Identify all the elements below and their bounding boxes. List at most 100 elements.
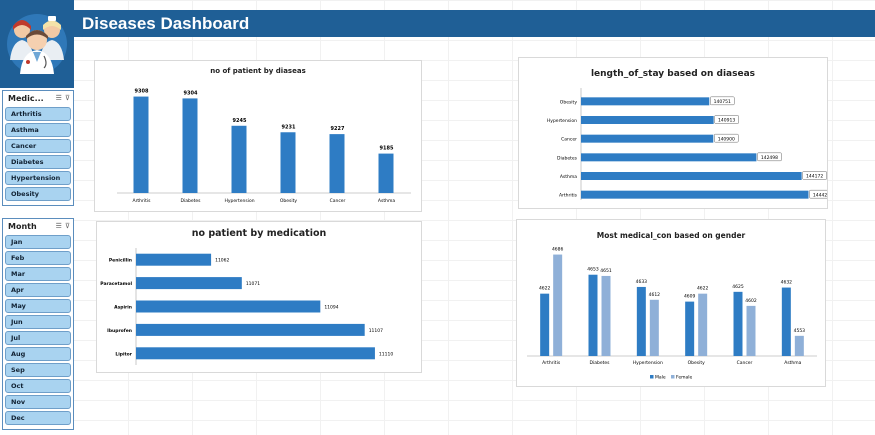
length-of-stay-card: length_of_stay based on diaseas Obesity 1… (518, 57, 828, 209)
tick-label: Obesity (280, 198, 298, 204)
tick-label: Aspirin (114, 305, 132, 311)
tick-label: Hypertension (224, 198, 254, 204)
tick-label: Diabetes (181, 198, 202, 204)
patients-by-disease-chart: 9308 Arthritis 9304 Diabetes 9245 Hypertensio… (117, 89, 411, 204)
tick-label: Paracetamol (100, 281, 132, 287)
tick-label: Hypertension (633, 360, 663, 366)
bar (581, 97, 710, 106)
bar (136, 300, 321, 313)
bar (280, 132, 296, 193)
bar (581, 172, 802, 180)
bar-female (746, 305, 756, 356)
data-label: 9231 (282, 124, 296, 130)
slicer-item-jan[interactable]: Jan (5, 235, 71, 249)
data-label: 140751 (714, 99, 731, 105)
legend-label: Male (655, 375, 666, 381)
bar (581, 190, 809, 199)
data-label: 9185 (380, 146, 394, 152)
slicer-item-sep[interactable]: Sep (5, 363, 71, 377)
data-label: 4686 (552, 247, 564, 253)
tick-label: Arthritis (542, 360, 561, 366)
legend-swatch (671, 375, 675, 379)
slicer-item-hypertension[interactable]: Hypertension (5, 171, 71, 185)
bar-female (794, 335, 804, 356)
data-label: 144426 (813, 192, 827, 198)
tick-label: Diabetes (557, 155, 578, 161)
slicer-item-oct[interactable]: Oct (5, 379, 71, 393)
data-label: 142498 (761, 155, 778, 161)
slicer-item-feb[interactable]: Feb (5, 251, 71, 265)
data-label: 4622 (697, 286, 709, 292)
patients-by-medication-card: no patient by medication Penicillin 11062… (96, 221, 422, 373)
slicer-item-nov[interactable]: Nov (5, 395, 71, 409)
data-label: 4602 (745, 298, 757, 304)
bar (581, 153, 757, 162)
slicer-title: Medic... (8, 93, 44, 103)
legend-swatch (650, 375, 654, 379)
data-label: 4553 (794, 328, 806, 334)
slicer-item-dec[interactable]: Dec (5, 411, 71, 425)
bar (136, 253, 212, 266)
slicer-item-arthritis[interactable]: Arthritis (5, 107, 71, 121)
data-label: 4625 (732, 284, 744, 290)
slicer-item-apr[interactable]: Apr (5, 283, 71, 297)
slicer-item-cancer[interactable]: Cancer (5, 139, 71, 153)
slicer-item-mar[interactable]: Mar (5, 267, 71, 281)
data-label: 140900 (718, 136, 735, 142)
data-label: 11094 (324, 305, 338, 311)
slicer-item-may[interactable]: May (5, 299, 71, 313)
slicer-item-aug[interactable]: Aug (5, 347, 71, 361)
data-label: 4622 (539, 286, 551, 292)
data-label: 11107 (369, 328, 383, 334)
tick-label: Cancer (737, 360, 753, 366)
tick-label: Lipitor (115, 351, 132, 357)
data-label: 4633 (636, 279, 648, 285)
month-slicer: Month ☰ ⊽ Jan Feb Mar Apr May Jun Jul Aug Sep Oct… (2, 218, 74, 430)
slicer-item-asthma[interactable]: Asthma (5, 123, 71, 137)
tick-label: Ibuprofen (107, 328, 132, 334)
slicer-item-jul[interactable]: Jul (5, 331, 71, 345)
data-label: 9227 (331, 126, 345, 132)
data-label: 11110 (379, 351, 393, 357)
data-label: 11062 (215, 258, 229, 264)
bar (329, 134, 345, 193)
bar (581, 134, 714, 143)
tick-label: Obesity (560, 99, 578, 105)
clear-filter-icon[interactable]: ⊽ (65, 94, 70, 102)
tick-label: Hypertension (547, 118, 577, 124)
bar-female (553, 254, 563, 356)
multi-select-icon[interactable]: ☰ (56, 94, 62, 102)
patients-by-disease-card: no of patient by diaseas 9308 Arthritis 93… (94, 60, 422, 212)
doctors-team-icon (7, 14, 67, 74)
bar (133, 96, 149, 193)
bar-female (601, 275, 611, 356)
medical-con-by-gender-card: Most medical_con based on gender 4622 468… (516, 219, 826, 387)
tick-label: Diabetes (590, 360, 611, 366)
data-label: 4609 (684, 294, 696, 300)
data-label: 4651 (600, 268, 612, 274)
bar (378, 153, 394, 193)
bar-male (685, 301, 695, 356)
tick-label: Obesity (688, 360, 706, 366)
logo-panel (0, 0, 74, 88)
bar-male (636, 286, 646, 356)
length-of-stay-chart: Obesity 140751 Hypertension 140913 Cancer 140… (547, 88, 827, 200)
slicer-item-obesity[interactable]: Obesity (5, 187, 71, 201)
bar (136, 347, 375, 360)
multi-select-icon[interactable]: ☰ (56, 222, 62, 230)
data-label: 4632 (781, 280, 793, 286)
data-label: 4653 (587, 267, 599, 273)
bar (182, 98, 198, 193)
tick-label: Arthritis (559, 193, 578, 199)
clear-filter-icon[interactable]: ⊽ (65, 222, 70, 230)
data-label: 140913 (718, 118, 735, 124)
bar-male (733, 291, 743, 356)
bar (581, 116, 714, 124)
slicer-item-diabetes[interactable]: Diabetes (5, 155, 71, 169)
data-label: 9245 (233, 118, 247, 124)
tick-label: Asthma (378, 198, 395, 204)
tick-label: Asthma (784, 360, 801, 366)
patients-by-medication-chart: Penicillin 11062 Paracetamol 11071 Aspirin 11… (100, 248, 393, 365)
data-label: 9304 (184, 90, 198, 96)
slicer-item-jun[interactable]: Jun (5, 315, 71, 329)
